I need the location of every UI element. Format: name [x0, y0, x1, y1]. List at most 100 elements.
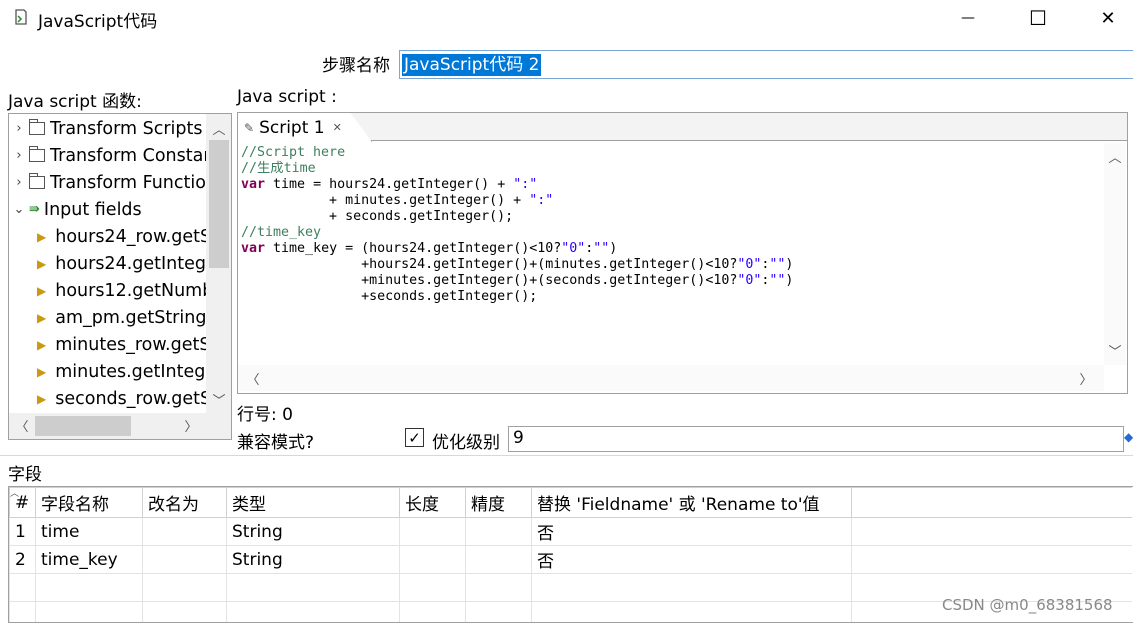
fields-label: 字段 [8, 465, 42, 485]
folder-icon [29, 173, 45, 189]
cell-filler [851, 545, 1132, 574]
field-arrow-icon: ▶ [37, 229, 47, 244]
tree-item-input-fields[interactable]: ⌄ ⇛ Input fields [9, 196, 142, 223]
column-header-length[interactable]: 长度 [399, 487, 466, 518]
cell-rename[interactable] [142, 545, 227, 574]
optimize-level-label: 优化级别 [432, 433, 500, 453]
field-arrow-icon: ▶ [37, 364, 47, 379]
tree-item-field[interactable]: ▶ hours24_row.getString() [9, 223, 231, 250]
tree-item-transform-constants[interactable]: › Transform Constants [9, 142, 230, 169]
code-line: var time = hours24.getInteger() + ":" [241, 177, 538, 192]
script-tab-strip [238, 113, 1127, 141]
tree-item-transform-scripts[interactable]: › Transform Scripts [9, 115, 202, 142]
cell-precision[interactable] [465, 517, 532, 546]
close-icon: ✕ [1100, 7, 1116, 29]
field-arrow-icon: ▶ [37, 310, 47, 325]
code-area[interactable]: //Script here //生成time var time = hours2… [241, 145, 1096, 365]
scroll-right-icon[interactable]: 〉 [1076, 369, 1096, 388]
cell-index[interactable]: 1 [9, 517, 36, 546]
functions-panel-label: Java script 函数: [8, 92, 142, 112]
scroll-down-icon[interactable]: ﹀ [1105, 341, 1125, 360]
cell-fieldname[interactable]: time_key [35, 545, 143, 574]
minimize-button[interactable]: — [933, 0, 1003, 36]
editor-horizontal-scrollbar[interactable]: 〈 〉 [238, 365, 1104, 391]
tree-item-label: Transform Functions [50, 172, 227, 193]
step-name-label: 步骤名称 [322, 56, 390, 76]
scroll-up-icon[interactable]: ︿ [1105, 147, 1125, 166]
watermark: CSDN @m0_68381568 [942, 596, 1113, 614]
cell-type[interactable]: String [226, 517, 400, 546]
optimize-checkbox[interactable]: ✓ [405, 428, 424, 447]
tree-item-field[interactable]: ▶ minutes.getInteger() [9, 358, 231, 385]
tree-item-label: am_pm.getString() [55, 307, 221, 328]
column-header-fieldname[interactable]: 字段名称 [35, 487, 143, 518]
cell-replace[interactable]: 否 [531, 517, 852, 546]
cell-rename[interactable] [142, 517, 227, 546]
folder-icon [29, 146, 45, 162]
expand-arrow-icon[interactable]: › [9, 148, 29, 163]
code-line: +seconds.getInteger(); [241, 289, 538, 304]
title-bar: JavaScript代码 — ☐ ✕ [0, 0, 1133, 36]
column-header-filler [851, 487, 1132, 518]
column-header-rename[interactable]: 改名为 [142, 487, 227, 518]
expand-arrow-icon[interactable]: › [9, 175, 29, 190]
script-editor: ✎ Script 1 ✕ //Script here //生成time var … [237, 112, 1128, 394]
table-row[interactable]: 2 time_key String 否 [9, 545, 1132, 574]
tab-close-icon[interactable]: ✕ [333, 121, 342, 134]
code-line: + minutes.getInteger() + ":" [241, 193, 554, 208]
close-button[interactable]: ✕ [1073, 0, 1133, 36]
tree-item-field[interactable]: ▶ minutes_row.getString() [9, 331, 231, 358]
cell-index[interactable]: 2 [9, 545, 36, 574]
tree-item-field[interactable]: ▶ hours12.getNumber() [9, 277, 231, 304]
code-line: +hours24.getInteger()+(minutes.getIntege… [241, 257, 794, 272]
column-header-precision[interactable]: 精度 [465, 487, 532, 518]
code-line: var time_key = (hours24.getInteger()<10?… [241, 241, 618, 256]
script-icon: ✎ [244, 120, 255, 135]
tree-horizontal-scroll-thumb[interactable] [35, 416, 131, 436]
cell-precision[interactable] [465, 545, 532, 574]
javascript-step-icon [15, 9, 27, 25]
cell-length[interactable] [399, 517, 466, 546]
table-row[interactable]: 1 time String 否 [9, 517, 1132, 546]
tree-item-field[interactable]: ▶ hours24.getInteger() [9, 250, 231, 277]
tree-item-label: Transform Constants [50, 145, 231, 166]
scroll-right-icon[interactable]: 〉 [181, 416, 201, 435]
scroll-corner [206, 413, 231, 439]
field-arrow-icon: ▶ [37, 337, 47, 352]
code-line: + seconds.getInteger(); [241, 209, 514, 224]
code-line: //Script here [241, 145, 346, 160]
editor-vertical-scrollbar[interactable]: ︿ ﹀ [1104, 143, 1126, 365]
step-name-input[interactable]: JavaScript代码 2 [399, 50, 1133, 79]
column-header-replace[interactable]: 替换 'Fieldname' 或 'Rename to'值 [531, 487, 852, 518]
cell-replace[interactable]: 否 [531, 545, 852, 574]
scroll-left-icon[interactable]: 〈 [12, 416, 32, 435]
tree-item-transform-functions[interactable]: › Transform Functions [9, 169, 226, 196]
tab-label: Script 1 [259, 117, 325, 138]
scroll-up-icon[interactable]: ︿ [209, 119, 229, 138]
line-number: 行号: 0 [237, 405, 293, 425]
optimize-level-input[interactable]: 9 [508, 426, 1124, 452]
tab-script-1[interactable]: ✎ Script 1 ✕ [238, 113, 372, 142]
column-header-type[interactable]: 类型 [226, 487, 400, 518]
cell-length[interactable] [399, 545, 466, 574]
scroll-left-icon[interactable]: 〈 [243, 369, 263, 388]
variable-icon[interactable]: ◆ [1124, 430, 1133, 444]
tree-vertical-scroll-thumb[interactable] [209, 140, 229, 268]
cell-type[interactable]: String [226, 545, 400, 574]
maximize-icon: ☐ [1029, 6, 1047, 30]
tree-item-field[interactable]: ▶ am_pm.getString() [9, 304, 220, 331]
table-header-row: # 字段名称 改名为 类型 长度 精度 替换 'Fieldname' 或 'Re… [9, 487, 1132, 518]
tree-item-field[interactable]: ▶ seconds_row.getString() [9, 385, 231, 412]
field-arrow-icon: ▶ [37, 256, 47, 271]
compat-mode-label: 兼容模式? [237, 433, 315, 453]
checkmark-icon: ✓ [408, 428, 421, 447]
tree-item-label: Transform Scripts [50, 118, 203, 139]
scroll-down-icon[interactable]: ﹀ [209, 390, 229, 409]
code-line: //time_key [241, 225, 322, 240]
cell-fieldname[interactable]: time [35, 517, 143, 546]
cell-filler [851, 517, 1132, 546]
expand-arrow-icon[interactable]: › [9, 121, 29, 136]
collapse-arrow-icon[interactable]: ⌄ [9, 202, 29, 217]
maximize-button[interactable]: ☐ [1003, 0, 1073, 36]
functions-tree[interactable]: › Transform Scripts › Transform Constant… [8, 113, 232, 440]
